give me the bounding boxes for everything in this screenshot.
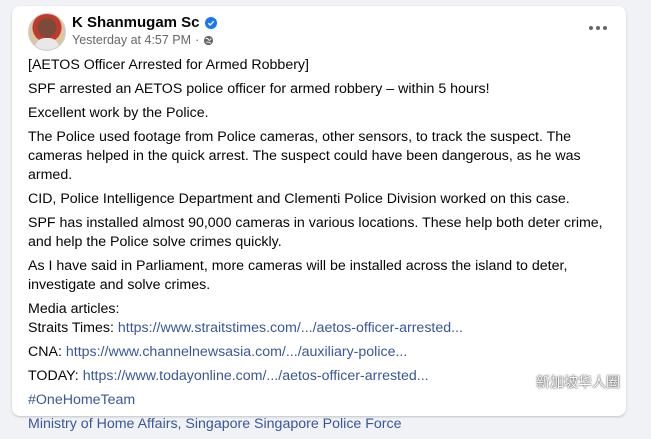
media-heading: Media articles:: [28, 301, 120, 317]
post-paragraph: As I have said in Parliament, more camer…: [28, 258, 568, 293]
media-source: CNA:: [28, 344, 62, 360]
more-options-button[interactable]: [584, 18, 612, 38]
hashtag-link[interactable]: #OneHomeTeam: [28, 391, 608, 410]
meta-separator: ·: [195, 33, 200, 47]
media-link[interactable]: https://www.todayonline.com/.../aetos-of…: [83, 368, 429, 384]
post-card: K Shanmugam Sc Yesterday at 4:57 PM · [A…: [12, 6, 626, 432]
more-options-icon-dot: [603, 26, 607, 30]
post-paragraph: CID, Police Intelligence Department and …: [28, 191, 570, 207]
author-avatar[interactable]: [28, 13, 66, 51]
post-timestamp[interactable]: Yesterday at 4:57 PM: [72, 33, 191, 47]
watermark: 新加坡华人圈: [511, 372, 620, 392]
media-link[interactable]: https://www.channelnewsasia.com/.../auxi…: [66, 344, 407, 360]
post-paragraph: SPF arrested an AETOS police officer for…: [28, 81, 490, 97]
more-options-icon: [589, 26, 593, 30]
media-item-straits-times: Straits Times: https://www.straitstimes.…: [28, 319, 608, 338]
wechat-icon: [511, 374, 531, 390]
author-row: K Shanmugam Sc: [72, 14, 217, 31]
author-name[interactable]: K Shanmugam Sc: [72, 14, 200, 31]
post-paragraph: SPF has installed almost 90,000 cameras …: [28, 215, 603, 250]
more-options-icon-dot: [596, 26, 600, 30]
post-paragraph: The Police used footage from Police came…: [28, 129, 581, 183]
globe-icon[interactable]: [203, 35, 214, 46]
watermark-text: 新加坡华人圈: [536, 374, 620, 390]
media-articles: Media articles: Straits Times: https://w…: [28, 300, 608, 338]
avatar-shirt: [35, 38, 59, 50]
media-item-cna: CNA: https://www.channelnewsasia.com/...…: [28, 343, 608, 362]
post-meta: Yesterday at 4:57 PM ·: [72, 33, 214, 47]
post-paragraph: [AETOS Officer Arrested for Armed Robber…: [28, 57, 309, 73]
verified-badge-icon: [204, 16, 217, 29]
media-link[interactable]: https://www.straitstimes.com/.../aetos-o…: [118, 320, 463, 336]
media-source: TODAY:: [28, 368, 79, 384]
tagged-pages-link[interactable]: Ministry of Home Affairs, Singapore Sing…: [28, 415, 608, 434]
post-paragraph: Excellent work by the Police.: [28, 105, 209, 121]
media-source: Straits Times:: [28, 320, 114, 336]
